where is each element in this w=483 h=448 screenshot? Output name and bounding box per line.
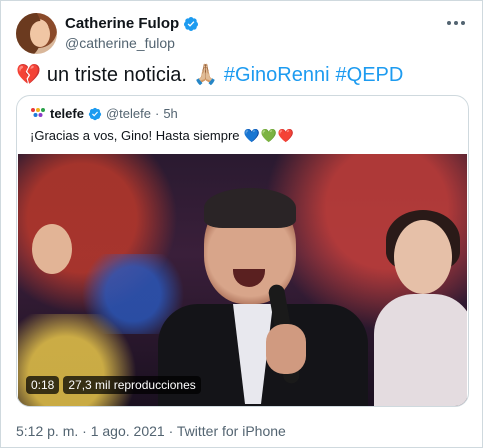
avatar[interactable] — [16, 13, 57, 54]
video-overlay: 0:18 27,3 mil reproducciones — [26, 376, 201, 394]
dot-separator: · — [168, 423, 174, 439]
quoted-tweet-header: telefe @telefe · 5h — [30, 106, 178, 121]
hashtag-link[interactable]: #QEPD — [336, 63, 404, 87]
broken-heart-emoji: 💔 — [16, 64, 41, 86]
video-view-count: 27,3 mil reproducciones — [63, 376, 201, 394]
green-heart-emoji: 💚 — [260, 128, 277, 143]
hearts-emojis: 💙 💚 ❤️ — [244, 128, 295, 144]
tweet-date[interactable]: 1 ago. 2021 — [91, 423, 165, 439]
author-display-name[interactable]: Catherine Fulop — [65, 15, 179, 33]
hashtag-link[interactable]: #GinoRenni — [224, 63, 330, 87]
quoted-tweet-text: ¡Gracias a vos, Gino! Hasta siempre 💙 💚 … — [30, 128, 294, 144]
verified-badge-icon — [184, 17, 199, 31]
more-horizontal-icon[interactable] — [446, 15, 466, 31]
tweet-source[interactable]: Twitter for iPhone — [177, 423, 286, 439]
telefe-logo-icon — [31, 107, 45, 117]
tweet-meta: 5:12 p. m. · 1 ago. 2021 · Twitter for i… — [16, 422, 286, 440]
red-heart-emoji: ❤️ — [277, 128, 295, 143]
tweet-text: 💔 un triste noticia. 🙏🏼 #GinoRenni #QEPD — [16, 63, 403, 87]
dot-separator: · — [82, 423, 87, 439]
blue-heart-emoji: 💙 — [243, 128, 260, 143]
quoted-time[interactable]: 5h — [163, 106, 177, 121]
dot-separator: · — [154, 106, 160, 121]
video-duration: 0:18 — [26, 376, 60, 394]
quoted-display-name[interactable]: telefe — [50, 106, 84, 121]
tweet-time[interactable]: 5:12 p. m. — [16, 423, 78, 439]
author-name-row[interactable]: Catherine Fulop — [65, 15, 199, 33]
tweet-body: un triste noticia. — [46, 64, 187, 86]
video-player[interactable]: 0:18 27,3 mil reproducciones — [18, 154, 467, 406]
quoted-body: ¡Gracias a vos, Gino! Hasta siempre — [30, 128, 240, 143]
author-block: Catherine Fulop @catherine_fulop — [65, 15, 199, 52]
tweet-card[interactable]: Catherine Fulop @catherine_fulop 💔 un tr… — [0, 0, 483, 448]
quoted-tweet[interactable]: telefe @telefe · 5h ¡Gracias a vos, Gino… — [16, 95, 469, 407]
pray-emoji: 🙏🏼 — [192, 64, 218, 86]
quoted-handle[interactable]: @telefe — [106, 106, 151, 121]
verified-badge-icon — [88, 107, 102, 120]
author-handle[interactable]: @catherine_fulop — [65, 34, 199, 52]
